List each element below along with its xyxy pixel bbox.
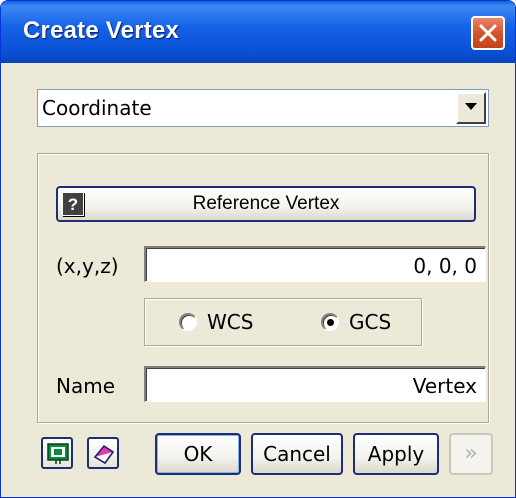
method-dropdown-value: Coordinate bbox=[42, 96, 152, 120]
reference-vertex-label: Reference Vertex bbox=[192, 193, 340, 214]
preview-button[interactable] bbox=[41, 437, 73, 469]
reference-vertex-button[interactable]: ? Reference Vertex bbox=[56, 186, 476, 222]
eraser-button[interactable] bbox=[87, 437, 119, 469]
coords-label: (x,y,z) bbox=[56, 254, 119, 278]
method-dropdown[interactable]: Coordinate bbox=[37, 89, 489, 127]
dropdown-arrow-button[interactable] bbox=[456, 92, 486, 124]
gcs-radio[interactable] bbox=[321, 313, 339, 331]
wcs-label[interactable]: WCS bbox=[207, 310, 253, 334]
radio-selected-dot bbox=[327, 319, 334, 326]
name-input[interactable]: Vertex bbox=[144, 366, 486, 402]
dialog-title: Create Vertex bbox=[23, 17, 180, 44]
cancel-button[interactable]: Cancel bbox=[251, 433, 343, 475]
apply-button[interactable]: Apply bbox=[353, 433, 439, 475]
close-icon bbox=[479, 24, 497, 42]
vertex-settings-group: ? Reference Vertex (x,y,z) 0, 0, 0 WCS G… bbox=[37, 153, 489, 423]
ok-button[interactable]: OK bbox=[155, 433, 241, 475]
title-bar[interactable]: Create Vertex bbox=[1, 1, 515, 63]
coordinate-system-group: WCS GCS bbox=[144, 298, 422, 346]
wcs-radio[interactable] bbox=[179, 313, 197, 331]
chevron-down-icon bbox=[465, 103, 477, 110]
close-button[interactable] bbox=[471, 16, 505, 50]
name-label: Name bbox=[56, 374, 116, 398]
dialog-body: Coordinate ? Reference Vertex (x,y,z) 0,… bbox=[5, 63, 511, 495]
expand-button[interactable]: » bbox=[449, 433, 493, 475]
gcs-label[interactable]: GCS bbox=[349, 310, 391, 334]
coords-input[interactable]: 0, 0, 0 bbox=[144, 246, 486, 282]
eraser-icon bbox=[93, 444, 115, 464]
create-vertex-dialog: Create Vertex Coordinate ? Reference Ver… bbox=[0, 0, 516, 498]
preview-icon bbox=[47, 443, 69, 464]
